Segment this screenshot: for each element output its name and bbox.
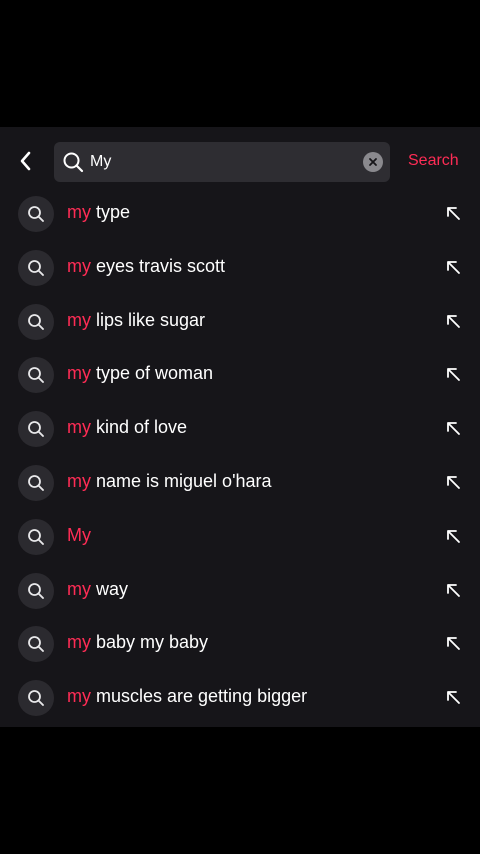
- search-icon: [28, 475, 44, 491]
- suggestion-search-icon-bubble: [18, 249, 54, 286]
- suggestion-rest: muscles are getting bigger: [91, 686, 308, 707]
- search-icon: [28, 421, 44, 438]
- suggestion-item[interactable]: my kind of love: [0, 402, 480, 456]
- search-button[interactable]: Search: [408, 152, 459, 170]
- search-box[interactable]: [54, 142, 390, 182]
- suggestion-prefix: my: [67, 417, 91, 438]
- search-panel: Search my type my eyes travis scott my l…: [0, 127, 480, 727]
- suggestion-rest: type of woman: [91, 363, 214, 384]
- search-input[interactable]: [90, 142, 360, 182]
- suggestion-text: my type of woman: [67, 363, 213, 384]
- suggestion-item[interactable]: my lips like sugar: [0, 295, 480, 349]
- search-icon: [28, 313, 44, 330]
- suggestion-text: My: [67, 525, 91, 546]
- suggestion-search-icon-bubble: [18, 196, 54, 232]
- suggestion-prefix: my: [67, 632, 91, 653]
- suggestion-rest: lips like sugar: [91, 309, 206, 330]
- suggestion-prefix: my: [67, 363, 91, 384]
- suggestion-item[interactable]: my baby my baby: [0, 617, 480, 671]
- suggestion-item[interactable]: my way: [0, 564, 480, 618]
- search-icon: [63, 152, 84, 173]
- suggestion-text: my muscles are getting bigger: [67, 686, 307, 707]
- suggestion-search-icon-bubble: [18, 518, 54, 555]
- fill-arrow-icon[interactable]: [444, 473, 462, 491]
- suggestion-prefix: My: [67, 524, 91, 545]
- suggestion-search-icon-bubble: [18, 303, 54, 340]
- suggestion-item[interactable]: my muscles are getting bigger: [0, 671, 480, 725]
- suggestion-rest: type: [91, 202, 131, 222]
- clear-button[interactable]: [363, 152, 383, 172]
- search-icon: [28, 528, 44, 545]
- suggestion-text: my eyes travis scott: [67, 256, 225, 277]
- suggestion-rest: way: [91, 578, 129, 599]
- fill-arrow-icon[interactable]: [444, 634, 462, 652]
- fill-arrow-icon[interactable]: [444, 204, 462, 222]
- suggestion-prefix: my: [67, 578, 91, 599]
- suggestion-search-icon-bubble: [18, 572, 54, 609]
- suggestion-search-icon-bubble: [18, 680, 54, 717]
- suggestion-text: my baby my baby: [67, 632, 208, 653]
- search-icon: [28, 206, 44, 222]
- suggestion-rest: kind of love: [91, 417, 188, 438]
- suggestion-text: my kind of love: [67, 417, 187, 438]
- search-icon: [28, 367, 44, 384]
- fill-arrow-icon[interactable]: [444, 419, 462, 437]
- suggestion-rest: baby my baby: [91, 632, 209, 653]
- back-button[interactable]: [12, 147, 40, 175]
- suggestion-text: my way: [67, 579, 128, 600]
- suggestion-item[interactable]: my type: [0, 187, 480, 241]
- suggestion-search-icon-bubble: [18, 411, 54, 448]
- suggestion-rest: name is miguel o'hara: [91, 470, 272, 491]
- suggestion-prefix: my: [67, 686, 91, 707]
- suggestion-prefix: my: [67, 309, 91, 330]
- suggestion-item[interactable]: My: [0, 510, 480, 564]
- suggestion-search-icon-bubble: [18, 357, 54, 394]
- suggestion-rest: eyes travis scott: [91, 255, 226, 276]
- suggestion-list: my type my eyes travis scott my lips lik…: [0, 187, 480, 725]
- chevron-left-icon: [20, 151, 31, 171]
- suggestion-text: my name is miguel o'hara: [67, 471, 272, 492]
- suggestion-search-icon-bubble: [18, 626, 54, 663]
- suggestion-item[interactable]: my type of woman: [0, 348, 480, 402]
- suggestion-search-icon-bubble: [18, 464, 54, 501]
- suggestion-item[interactable]: my name is miguel o'hara: [0, 456, 480, 510]
- fill-arrow-icon[interactable]: [444, 527, 462, 545]
- search-icon: [28, 636, 44, 653]
- fill-arrow-icon[interactable]: [444, 312, 462, 330]
- fill-arrow-icon[interactable]: [444, 581, 462, 599]
- fill-arrow-icon[interactable]: [444, 688, 462, 706]
- clear-x-icon: [369, 158, 377, 166]
- suggestion-prefix: my: [67, 255, 91, 276]
- fill-arrow-icon[interactable]: [444, 258, 462, 276]
- suggestion-prefix: my: [67, 202, 91, 222]
- suggestion-text: my lips like sugar: [67, 310, 205, 331]
- suggestion-item[interactable]: my eyes travis scott: [0, 241, 480, 295]
- search-icon: [28, 690, 44, 707]
- suggestion-prefix: my: [67, 470, 91, 491]
- search-icon: [28, 582, 44, 599]
- fill-arrow-icon[interactable]: [444, 365, 462, 383]
- search-icon: [28, 259, 44, 276]
- suggestion-text: my type: [67, 202, 130, 223]
